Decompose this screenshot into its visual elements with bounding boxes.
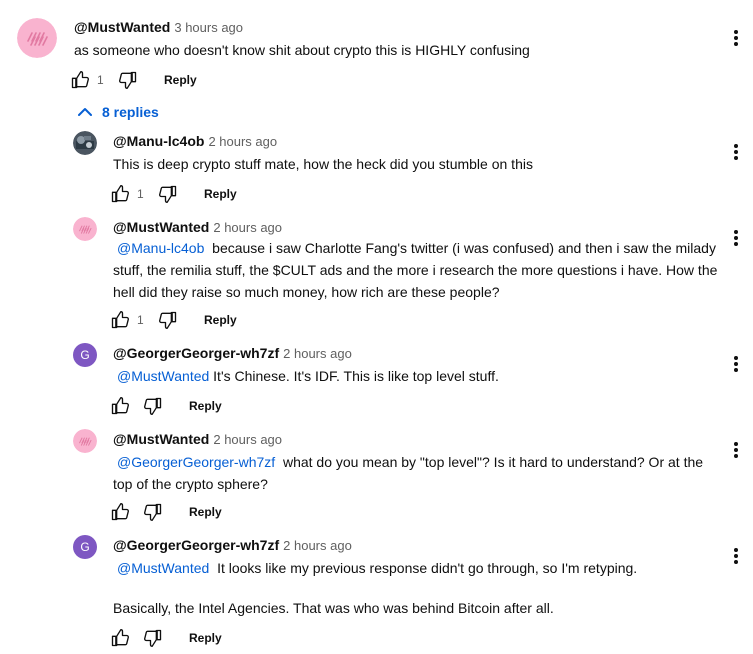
- dislike-button[interactable]: [158, 310, 178, 330]
- comment-timestamp[interactable]: 3 hours ago: [174, 20, 243, 35]
- like-button[interactable]: [110, 310, 130, 330]
- thumb-down-icon: [143, 396, 163, 416]
- more-options-icon[interactable]: [733, 228, 739, 248]
- comment-body: It's Chinese. It's IDF. This is like top…: [213, 368, 499, 384]
- avatar-letter: G: [80, 540, 90, 554]
- avatar[interactable]: G: [73, 535, 97, 559]
- like-count: 1: [137, 313, 144, 327]
- comment-timestamp[interactable]: 2 hours ago: [283, 346, 352, 361]
- comment-author[interactable]: @MustWanted 3 hours ago: [74, 19, 243, 35]
- author-name[interactable]: @MustWanted: [113, 431, 209, 447]
- more-options-icon[interactable]: [733, 28, 739, 48]
- author-name[interactable]: @GeorgerGeorger-wh7zf: [113, 537, 279, 553]
- thumb-up-icon: [110, 184, 130, 204]
- comment-text: @Manu-lc4ob because i saw Charlotte Fang…: [113, 237, 723, 303]
- avatar-letter: G: [80, 348, 90, 362]
- reply-button[interactable]: Reply: [189, 399, 222, 413]
- mention-link[interactable]: @GeorgerGeorger-wh7zf: [117, 454, 275, 470]
- reply-button[interactable]: Reply: [204, 313, 237, 327]
- comment-timestamp[interactable]: 2 hours ago: [213, 220, 282, 235]
- like-button[interactable]: [110, 396, 130, 416]
- comment-timestamp[interactable]: 2 hours ago: [213, 432, 282, 447]
- comment-text: as someone who doesn't know shit about c…: [74, 42, 530, 58]
- mention-link[interactable]: @MustWanted: [117, 368, 209, 384]
- author-name[interactable]: @MustWanted: [113, 219, 209, 235]
- dislike-button[interactable]: [143, 502, 163, 522]
- like-count: 1: [97, 73, 104, 87]
- avatar[interactable]: [73, 131, 97, 155]
- thumb-up-icon: [110, 628, 130, 648]
- comment-text: @MustWanted It looks like my previous re…: [113, 557, 723, 579]
- like-button[interactable]: [70, 70, 90, 90]
- mention-link[interactable]: @Manu-lc4ob: [117, 240, 204, 256]
- comment-author[interactable]: @GeorgerGeorger-wh7zf 2 hours ago: [113, 537, 352, 553]
- dislike-button[interactable]: [143, 628, 163, 648]
- replies-count-label: 8 replies: [102, 104, 159, 120]
- comment-text: @GeorgerGeorger-wh7zf what do you mean b…: [113, 451, 723, 495]
- comment-body: It looks like my previous response didn'…: [217, 560, 638, 576]
- thumb-down-icon: [143, 502, 163, 522]
- thumb-down-icon: [143, 628, 163, 648]
- comment-author[interactable]: @MustWanted 2 hours ago: [113, 219, 282, 235]
- thumb-down-icon: [158, 184, 178, 204]
- reply-button[interactable]: Reply: [189, 505, 222, 519]
- avatar[interactable]: [73, 429, 97, 453]
- like-count: 1: [137, 187, 144, 201]
- replies-toggle[interactable]: 8 replies: [78, 104, 159, 120]
- thumb-down-icon: [158, 310, 178, 330]
- like-button[interactable]: [110, 184, 130, 204]
- comment-text: @MustWanted It's Chinese. It's IDF. This…: [113, 365, 499, 387]
- author-name[interactable]: @MustWanted: [74, 19, 170, 35]
- avatar[interactable]: G: [73, 343, 97, 367]
- like-button[interactable]: [110, 502, 130, 522]
- thumb-up-icon: [70, 70, 90, 90]
- reply-button[interactable]: Reply: [204, 187, 237, 201]
- dislike-button[interactable]: [143, 396, 163, 416]
- reply-button[interactable]: Reply: [189, 631, 222, 645]
- avatar[interactable]: [73, 217, 97, 241]
- thumb-up-icon: [110, 310, 130, 330]
- dislike-button[interactable]: [118, 70, 138, 90]
- more-options-icon[interactable]: [733, 142, 739, 162]
- comment-text-paragraph: Basically, the Intel Agencies. That was …: [113, 600, 554, 616]
- chevron-up-icon: [78, 108, 92, 116]
- reply-button[interactable]: Reply: [164, 73, 197, 87]
- more-options-icon[interactable]: [733, 354, 739, 374]
- photo-avatar-icon: [73, 131, 97, 155]
- author-name[interactable]: @Manu-lc4ob: [113, 133, 204, 149]
- thumb-up-icon: [110, 396, 130, 416]
- dislike-button[interactable]: [158, 184, 178, 204]
- thumb-down-icon: [118, 70, 138, 90]
- avatar[interactable]: [17, 18, 57, 58]
- comment-body: because i saw Charlotte Fang's twitter (…: [113, 240, 718, 300]
- comment-author[interactable]: @MustWanted 2 hours ago: [113, 431, 282, 447]
- mention-link[interactable]: @MustWanted: [117, 560, 209, 576]
- thumb-up-icon: [110, 502, 130, 522]
- more-options-icon[interactable]: [733, 546, 739, 566]
- author-name[interactable]: @GeorgerGeorger-wh7zf: [113, 345, 279, 361]
- comment-author[interactable]: @Manu-lc4ob 2 hours ago: [113, 133, 277, 149]
- like-button[interactable]: [110, 628, 130, 648]
- comment-text: This is deep crypto stuff mate, how the …: [113, 156, 533, 172]
- comment-timestamp[interactable]: 2 hours ago: [208, 134, 277, 149]
- more-options-icon[interactable]: [733, 440, 739, 460]
- comment-timestamp[interactable]: 2 hours ago: [283, 538, 352, 553]
- comment-author[interactable]: @GeorgerGeorger-wh7zf 2 hours ago: [113, 345, 352, 361]
